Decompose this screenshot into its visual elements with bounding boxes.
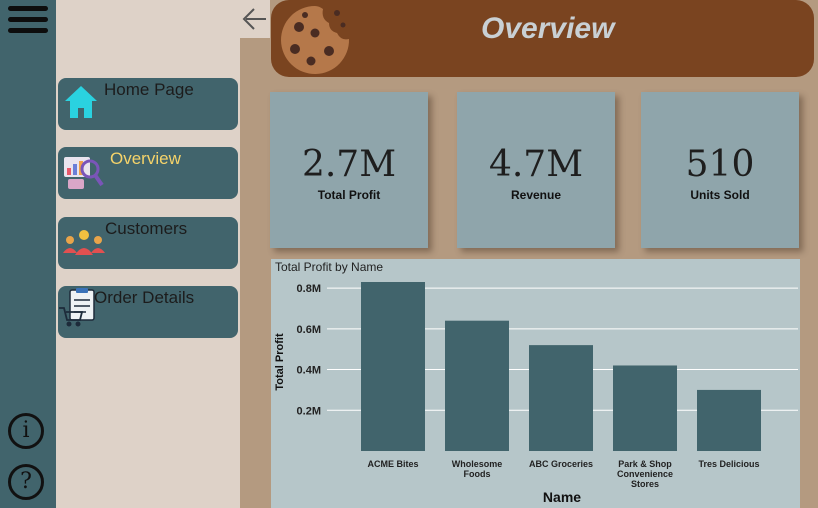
kpi-value: 510 [685, 144, 755, 185]
x-tick-label: Park & Shop [618, 459, 672, 469]
nav-order-details-button[interactable]: Order Details [58, 286, 238, 338]
kpi-value: 4.7M [488, 144, 584, 185]
analytics-icon [64, 157, 104, 189]
home-icon [65, 86, 97, 118]
help-icon[interactable]: ? [8, 464, 44, 500]
bar[interactable] [613, 365, 677, 451]
nav-label: Home Page [104, 80, 194, 99]
y-tick-label: 0.2M [297, 405, 321, 417]
cookie-icon [281, 6, 350, 74]
nav-overview-button[interactable]: Overview [58, 147, 238, 199]
y-tick-label: 0.4M [297, 365, 321, 377]
page-title: Overview [481, 12, 615, 45]
y-axis-title: Total Profit [274, 333, 286, 391]
nav-label-active: Overview [110, 149, 181, 168]
x-tick-label: Foods [464, 469, 491, 479]
x-tick-label: Tres Delicious [698, 459, 759, 469]
kpi-card-total-profit: 2.7M Total Profit [270, 92, 428, 248]
bar[interactable] [361, 282, 425, 451]
bar[interactable] [529, 345, 593, 451]
y-tick-label: 0.6M [297, 324, 321, 336]
bar[interactable] [445, 320, 509, 451]
y-tick-label: 0.8M [297, 283, 321, 295]
kpi-value: 2.7M [301, 144, 397, 185]
nav-home-page-button[interactable]: Home Page [58, 78, 238, 130]
nav-label: Order Details [94, 288, 195, 307]
people-icon [63, 230, 105, 255]
bar-chart: Total Profit by Name Total Profit Name 0… [274, 260, 798, 505]
x-axis-title: Name [543, 489, 581, 505]
back-arrow-icon[interactable] [240, 0, 270, 38]
hamburger-menu-icon[interactable] [8, 6, 48, 36]
side-rail: i ? [0, 0, 56, 508]
profit-by-name-chart: Total Profit by Name Total Profit Name 0… [271, 259, 800, 508]
nav-customers-button[interactable]: Customers [58, 217, 238, 269]
page-header: Overview [271, 0, 814, 77]
bar[interactable] [697, 389, 761, 451]
info-icon[interactable]: i [8, 413, 44, 449]
x-tick-label: Wholesome [452, 459, 503, 469]
x-tick-label: ACME Bites [367, 459, 418, 469]
kpi-card-units-sold: 510 Units Sold [641, 92, 799, 248]
x-tick-label: ABC Groceries [529, 459, 593, 469]
kpi-label: Units Sold [690, 188, 750, 202]
kpi-label: Total Profit [317, 188, 381, 202]
x-tick-label: Convenience [617, 469, 673, 479]
kpi-label: Revenue [510, 188, 562, 202]
nav-label: Customers [105, 219, 188, 238]
clipboard-cart-icon [59, 288, 95, 327]
x-tick-label: Stores [631, 479, 659, 489]
chart-title: Total Profit by Name [275, 260, 383, 274]
kpi-card-revenue: 4.7M Revenue [457, 92, 615, 248]
